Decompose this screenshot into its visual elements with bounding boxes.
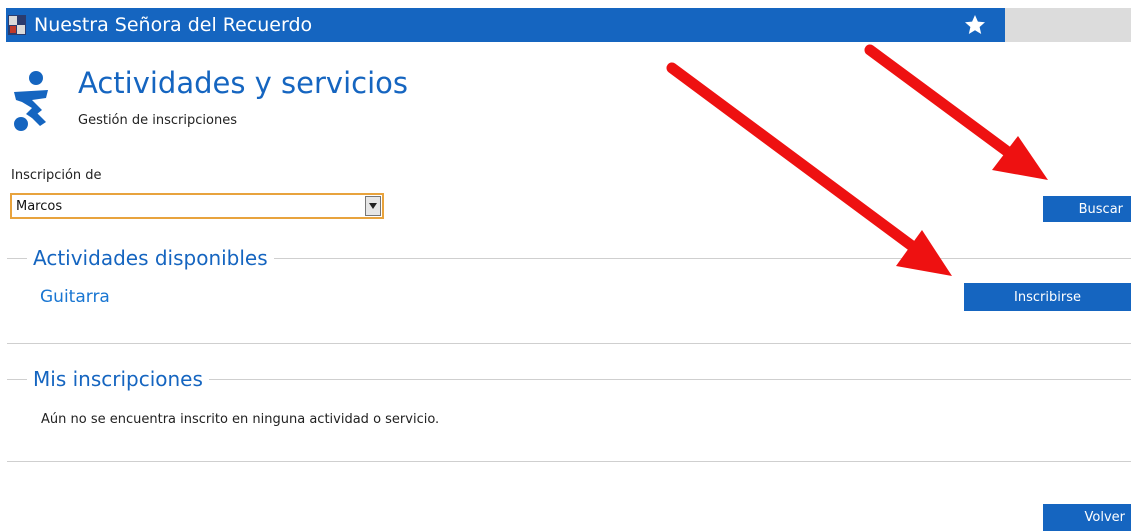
dropdown-arrow-icon[interactable] [365,196,381,216]
top-bar: Nuestra Señora del Recuerdo [6,8,1131,42]
user-area [1005,8,1131,42]
my-enrollments-header: Mis inscripciones [7,366,1131,392]
search-button[interactable]: Buscar [1043,196,1131,222]
sports-player-icon [14,71,48,131]
page-title: Actividades y servicios [78,66,409,100]
divider [7,257,27,259]
student-select-label: Inscripción de [11,168,102,183]
annotation-arrow-to-search [864,44,1048,180]
my-enrollments-heading: Mis inscripciones [33,367,203,391]
school-crest-icon [8,15,26,35]
divider [7,343,1131,344]
page-subtitle: Gestión de inscripciones [78,113,237,128]
available-activities-heading: Actividades disponibles [33,246,268,270]
divider [7,461,1131,462]
activity-item-name: Guitarra [40,287,110,307]
divider [208,378,1131,380]
available-activities-header: Actividades disponibles [7,245,1131,271]
student-select[interactable]: Marcos [10,193,384,219]
divider [7,378,27,380]
enroll-button[interactable]: Inscribirse [964,283,1131,311]
star-icon[interactable] [963,13,987,37]
app-title: Nuestra Señora del Recuerdo [34,14,313,36]
back-button[interactable]: Volver [1043,504,1131,531]
divider [273,257,1131,259]
student-select-value: Marcos [16,199,63,214]
empty-enrollments-message: Aún no se encuentra inscrito en ninguna … [41,412,440,427]
